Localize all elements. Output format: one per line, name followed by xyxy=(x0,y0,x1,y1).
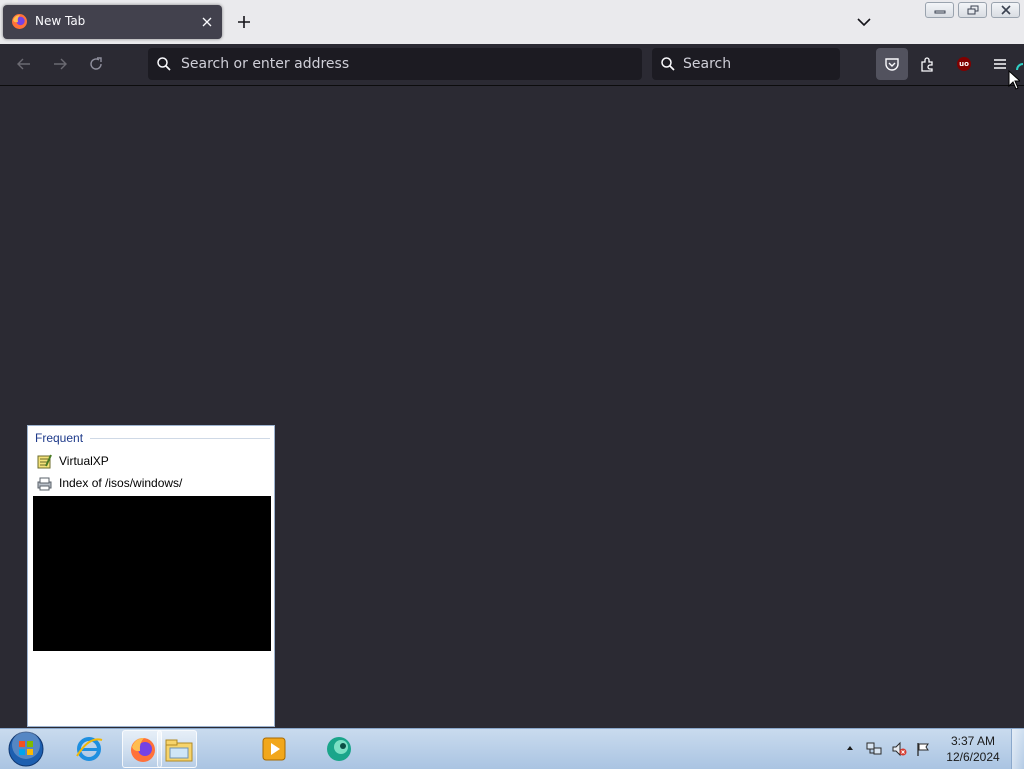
new-tab-button[interactable] xyxy=(235,13,253,31)
address-input[interactable] xyxy=(181,48,621,80)
system-clock[interactable]: 3:37 AM 12/6/2024 xyxy=(940,733,1006,765)
hamburger-menu-icon xyxy=(994,59,1006,69)
search-input[interactable] xyxy=(683,48,833,80)
jump-list-divider xyxy=(90,438,270,439)
jump-list-heading: Frequent xyxy=(35,431,84,445)
jump-list-item-label: VirtualXP xyxy=(59,454,109,468)
navigation-toolbar: uo xyxy=(0,44,1024,86)
taskbar-chat-app[interactable] xyxy=(318,730,358,768)
taskbar-file-explorer[interactable] xyxy=(157,730,197,768)
forward-arrow-icon[interactable] xyxy=(51,55,69,73)
extensions-button[interactable] xyxy=(912,48,944,80)
ublock-shield-icon: uo xyxy=(957,57,971,71)
firefox-icon xyxy=(131,738,155,762)
close-tab-icon[interactable] xyxy=(199,14,215,30)
firefox-icon xyxy=(12,14,27,29)
volume-muted-icon[interactable] xyxy=(891,741,907,757)
close-window-button[interactable] xyxy=(991,2,1020,18)
address-bar[interactable] xyxy=(148,48,642,80)
search-bar[interactable] xyxy=(652,48,840,80)
taskbar-firefox[interactable] xyxy=(122,730,162,768)
search-icon xyxy=(661,57,675,71)
media-player-icon xyxy=(262,737,286,761)
restore-button[interactable] xyxy=(958,2,987,18)
back-arrow-icon[interactable] xyxy=(15,55,33,73)
jump-list-item[interactable]: Index of /isos/windows/ xyxy=(33,473,271,494)
file-explorer-icon xyxy=(165,739,193,762)
chat-app-icon xyxy=(327,737,351,761)
search-icon xyxy=(157,57,171,71)
clock-date: 12/6/2024 xyxy=(946,750,1000,764)
document-printer-icon xyxy=(37,477,52,491)
puzzle-piece-icon xyxy=(921,57,933,72)
pocket-icon xyxy=(885,58,899,71)
show-desktop-button[interactable] xyxy=(1011,729,1024,769)
ublock-origin-button[interactable]: uo xyxy=(948,48,980,80)
clock-time: 3:37 AM xyxy=(950,734,996,748)
start-orb-icon[interactable] xyxy=(7,730,45,768)
pocket-button[interactable] xyxy=(876,48,908,80)
list-all-tabs-chevron-icon[interactable] xyxy=(855,14,873,30)
windows-taskbar: 3:37 AM 12/6/2024 xyxy=(0,728,1024,769)
tab-strip: New Tab xyxy=(0,0,1024,44)
firefox-jump-list: Frequent VirtualXP Index of /isos/window… xyxy=(27,425,275,727)
jump-list-item-label: Index of /isos/windows/ xyxy=(59,476,183,490)
tab-title: New Tab xyxy=(35,14,86,28)
notepad-icon xyxy=(37,454,52,469)
network-icon[interactable] xyxy=(866,741,882,757)
minimize-button[interactable] xyxy=(925,2,954,18)
reload-icon[interactable] xyxy=(87,55,105,73)
taskbar-internet-explorer[interactable] xyxy=(69,730,109,768)
mouse-cursor-icon xyxy=(1008,70,1020,90)
show-hidden-icons-arrow-icon[interactable] xyxy=(845,743,855,753)
window-controls xyxy=(925,2,1021,20)
tab-new-tab[interactable]: New Tab xyxy=(3,5,222,39)
jump-list-item[interactable]: VirtualXP xyxy=(33,451,271,472)
action-center-flag-icon[interactable] xyxy=(915,741,931,757)
window-thumbnail-preview[interactable] xyxy=(33,496,271,651)
internet-explorer-icon xyxy=(76,737,103,761)
taskbar-media-player[interactable] xyxy=(254,730,294,768)
